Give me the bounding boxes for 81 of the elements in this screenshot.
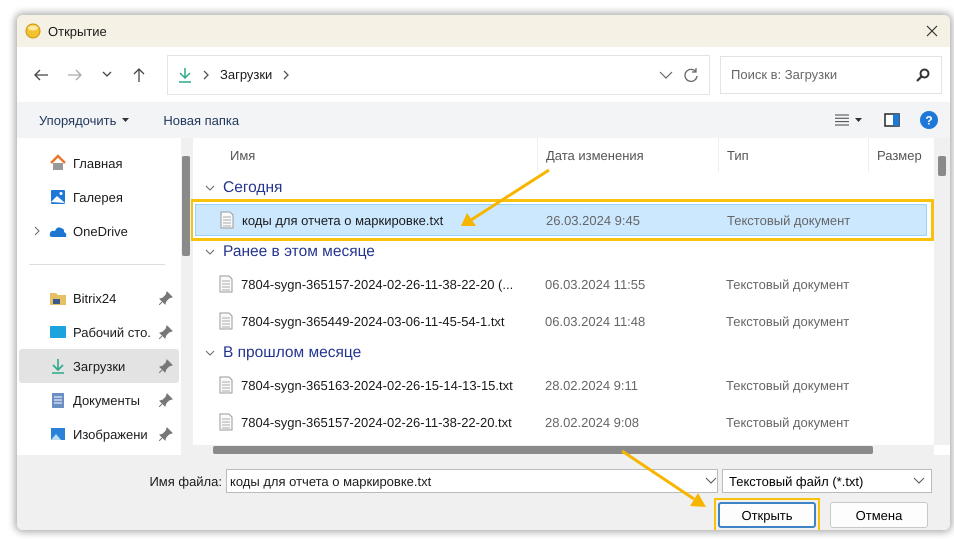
column-header[interactable]: Имя xyxy=(195,138,537,172)
field-label: Имя файла: xyxy=(149,474,222,488)
sidebar-item[interactable]: Изображени xyxy=(19,417,179,451)
app-icon xyxy=(25,23,41,39)
file-type-dropdown[interactable]: Текстовый файл (*.txt) xyxy=(722,469,932,493)
open-button[interactable]: Открыть xyxy=(718,502,816,528)
file-row[interactable]: коды для отчета о маркировке.txt 26.03.2024 9:45 Текстовый документ xyxy=(195,204,927,236)
date-cell-text: 06.03.2024 11:48 xyxy=(544,314,646,328)
sidebar-item[interactable]: Загрузки xyxy=(19,349,179,383)
download-icon xyxy=(178,66,192,82)
dropdown-icon xyxy=(705,477,717,485)
window-title: Открытие xyxy=(48,24,108,38)
group-header[interactable]: Сегодня xyxy=(195,172,934,204)
view-button[interactable] xyxy=(833,112,864,128)
text-file-icon xyxy=(220,211,234,229)
forward-icon xyxy=(67,66,83,82)
cancel-button[interactable]: Отмена xyxy=(830,502,928,528)
sidebar-item[interactable]: Bitrix24 xyxy=(19,281,179,315)
type-cell-text: Текстовый документ xyxy=(725,414,850,430)
sidebar-item[interactable]: Главная xyxy=(19,146,179,180)
scrollbar[interactable] xyxy=(934,138,950,445)
date-cell-text: 28.02.2024 9:11 xyxy=(544,378,640,392)
caret-icon xyxy=(855,118,862,122)
home-icon xyxy=(49,154,67,172)
date-cell-text: 26.03.2024 9:45 xyxy=(545,212,641,228)
close-icon xyxy=(926,25,938,37)
file-row[interactable]: 7804-sygn-365449-2024-03-06-11-45-54-1.txt 06.03.2024 11:48 Текстовый документ xyxy=(195,305,927,337)
up-icon xyxy=(131,66,147,82)
scrollbar[interactable] xyxy=(181,138,191,455)
chevron-icon xyxy=(282,68,290,80)
column-header[interactable]: Дата изменения xyxy=(537,138,718,172)
file-row[interactable]: 7804-sygn-365157-2024-02-26-11-38-22-20 (... 06.03.2024 11:55 Текстовый документ xyxy=(195,268,927,300)
file-row[interactable]: 7804-sygn-365163-2024-02-26-15-14-13-15.txt 28.02.2024 9:11 Текстовый документ xyxy=(195,369,927,401)
picture-icon xyxy=(49,425,67,443)
date-cell-text: 28.02.2024 9:08 xyxy=(544,414,640,430)
sidebar-item[interactable]: OneDrive xyxy=(19,214,179,248)
group-header[interactable]: В прошлом месяце xyxy=(195,337,934,369)
filename-field[interactable]: коды для отчета о маркировке.txt xyxy=(226,469,718,493)
new-folder-button[interactable]: Новая папка xyxy=(161,110,242,130)
file-name: 7804-sygn-365449-2024-03-06-11-45-54-1.txt xyxy=(241,314,505,328)
search-icon[interactable] xyxy=(916,68,930,82)
refresh-icon[interactable] xyxy=(683,66,699,82)
file-name: 7804-sygn-365163-2024-02-26-15-14-13-15.txt xyxy=(241,378,513,392)
sidebar-item[interactable]: Галерея xyxy=(19,180,179,214)
dropdown-icon xyxy=(913,477,925,485)
help-icon[interactable]: ? xyxy=(920,111,938,129)
group-header[interactable]: Ранее в этом месяце xyxy=(195,236,934,268)
collapse-icon xyxy=(205,183,215,193)
back-icon xyxy=(33,66,49,82)
type-cell-text: Текстовый документ xyxy=(725,314,850,328)
sidebar-item[interactable]: Рабочий сто. xyxy=(19,315,179,349)
column-header[interactable]: Тип xyxy=(718,138,868,172)
text-file-icon xyxy=(219,413,233,431)
file-name: 7804-sygn-365157-2024-02-26-11-38-22-20.txt xyxy=(241,414,512,430)
list-view-icon xyxy=(835,114,849,126)
file-name: коды для отчета о маркировке.txt xyxy=(242,212,444,228)
chevron-icon xyxy=(202,68,210,80)
scrollbar[interactable] xyxy=(193,445,934,455)
sidebar-item[interactable]: Документы xyxy=(19,383,179,417)
breadcrumb-item[interactable]: Загрузки xyxy=(220,67,272,82)
address-bar[interactable]: Загрузки xyxy=(167,54,710,94)
file-row[interactable]: 7804-sygn-365157-2024-02-26-11-38-22-20.txt 28.02.2024 9:08 Текстовый документ xyxy=(195,406,927,438)
caret-icon xyxy=(122,118,130,122)
text-file-icon xyxy=(219,376,233,394)
type-cell-text: Текстовый документ xyxy=(725,378,850,392)
type-cell-text: Текстовый документ xyxy=(726,212,852,228)
download-icon xyxy=(49,357,67,375)
search-field[interactable]: Поиск в: Загрузки xyxy=(720,56,942,94)
preview-pane-icon[interactable] xyxy=(884,113,900,127)
text-file-icon xyxy=(219,312,233,330)
desktop-icon xyxy=(49,323,67,341)
document-icon xyxy=(49,391,67,409)
organize-button[interactable]: Упорядочить xyxy=(37,110,132,130)
collapse-icon xyxy=(205,247,215,257)
date-cell-text: 06.03.2024 11:55 xyxy=(544,276,646,292)
type-cell-text: Текстовый документ xyxy=(725,276,850,292)
text-file-icon xyxy=(219,275,233,293)
dropdown-icon xyxy=(659,70,673,80)
collapse-icon xyxy=(205,348,215,358)
gallery-icon xyxy=(49,188,67,206)
file-name: 7804-sygn-365157-2024-02-26-11-38-22-20 (... xyxy=(241,276,514,292)
